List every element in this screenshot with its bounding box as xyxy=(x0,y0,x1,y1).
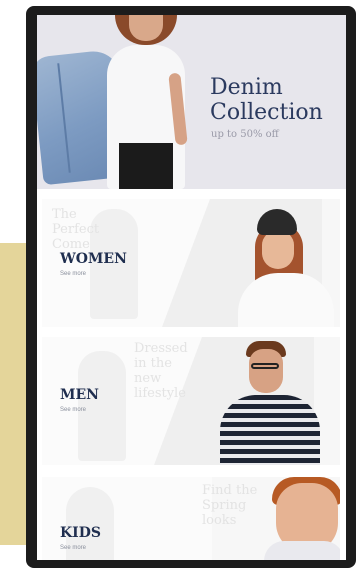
card-ghost-tagline: Find the Spring looks xyxy=(202,483,258,528)
see-more-link-kids[interactable]: See more xyxy=(60,545,86,551)
card-ghost-tagline: Dressed in the new lifestyle xyxy=(134,341,188,401)
card-ghost-tagline: The Perfect Come xyxy=(52,207,100,252)
category-card-women[interactable]: The Perfect Come WOMEN See more xyxy=(42,199,340,327)
women-model-face xyxy=(262,231,294,269)
see-more-link-women[interactable]: See more xyxy=(60,271,86,277)
category-label-men[interactable]: MEN xyxy=(60,387,99,403)
category-label-women[interactable]: WOMEN xyxy=(60,251,127,267)
hero-banner-denim[interactable]: Denim Collection up to 50% off xyxy=(37,15,346,189)
ghost-model-image xyxy=(78,351,126,461)
men-model-striped-sweater xyxy=(220,395,320,465)
men-model-face xyxy=(249,349,283,393)
app-screen: Denim Collection up to 50% off The Perfe… xyxy=(37,15,346,560)
model-pants xyxy=(119,143,173,189)
see-more-link-men[interactable]: See more xyxy=(60,407,86,413)
hero-subtitle: up to 50% off xyxy=(211,129,279,140)
hero-title: Denim Collection xyxy=(210,75,323,125)
category-label-kids[interactable]: KIDS xyxy=(60,525,101,541)
men-model-glasses xyxy=(251,363,279,369)
category-card-men[interactable]: Dressed in the new lifestyle MEN See mor… xyxy=(42,337,340,465)
category-card-kids[interactable]: Find the Spring looks KIDS See more xyxy=(42,477,340,560)
kids-model-shirt xyxy=(264,541,340,560)
